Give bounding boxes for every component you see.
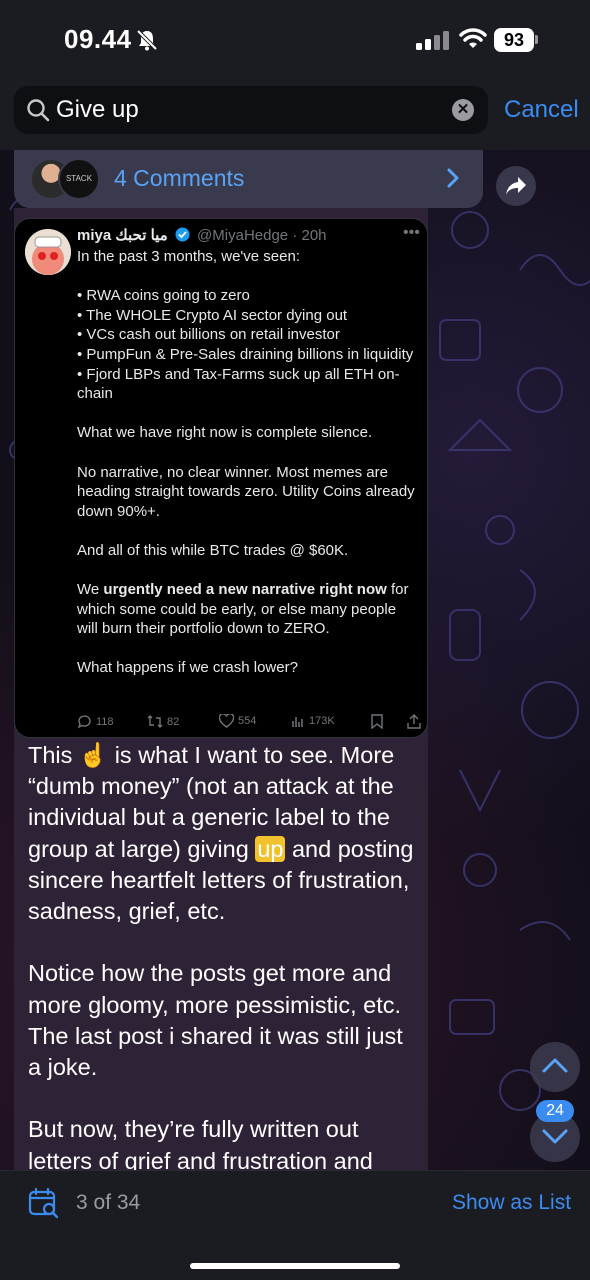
cellular-signal-icon bbox=[416, 31, 449, 50]
commenter-avatar: STACK bbox=[58, 158, 100, 200]
reply-count: 118 bbox=[96, 715, 114, 728]
tweet-embed[interactable]: miya ميا تحبك @MiyaHedge · 20h ••• In th… bbox=[14, 218, 428, 738]
tweet-line: And all of this while BTC trades @ $60K. bbox=[77, 541, 349, 559]
message-paragraph: But now, they’re fully written out lette… bbox=[28, 1116, 373, 1170]
search-box[interactable]: ✕ bbox=[14, 86, 488, 134]
clear-search-icon[interactable]: ✕ bbox=[452, 99, 474, 121]
tweet-text: We bbox=[77, 581, 104, 599]
share-arrow-icon bbox=[506, 177, 526, 195]
chevron-up-icon bbox=[542, 1058, 568, 1073]
comments-label: 4 Comments bbox=[114, 165, 245, 191]
chevron-right-icon bbox=[447, 168, 459, 188]
tweet-actions: 118 82 554 173K bbox=[77, 714, 423, 734]
search-header: ✕ Cancel bbox=[0, 80, 590, 150]
show-as-list-button[interactable]: Show as List bbox=[452, 1191, 571, 1215]
search-match-highlight: up bbox=[255, 835, 286, 862]
tweet-handle: @MiyaHedge bbox=[197, 227, 289, 244]
message-bubble: miya ميا تحبك @MiyaHedge · 20h ••• In th… bbox=[14, 208, 428, 1170]
views-count: 173K bbox=[309, 715, 335, 727]
bookmark-action[interactable] bbox=[371, 714, 383, 729]
tweet-line: No narrative, no clear winner. Most meme… bbox=[77, 463, 415, 520]
calendar-search-icon[interactable] bbox=[28, 1187, 60, 1219]
verified-badge-icon bbox=[175, 227, 190, 242]
tweet-line: • Fjord LBPs and Tax-Farms suck up all E… bbox=[77, 365, 400, 403]
tweet-line: • PumpFun & Pre-Sales draining billions … bbox=[77, 345, 414, 363]
tweet-author-avatar bbox=[25, 229, 71, 275]
forward-button[interactable] bbox=[496, 166, 536, 206]
reply-icon bbox=[77, 715, 91, 729]
tweet-line: What we have right now is complete silen… bbox=[77, 424, 373, 442]
views-icon bbox=[292, 717, 303, 727]
like-count: 554 bbox=[238, 715, 257, 727]
tweet-bold-text: urgently need a new narrative right now bbox=[103, 581, 387, 599]
like-action[interactable]: 554 bbox=[219, 714, 256, 728]
views-action[interactable]: 173K bbox=[291, 714, 335, 728]
tweet-line: What happens if we crash lower? bbox=[77, 659, 298, 677]
search-results-bar: 3 of 34 Show as List bbox=[0, 1170, 590, 1280]
heart-icon bbox=[219, 714, 234, 728]
chevron-down-icon bbox=[542, 1129, 568, 1144]
search-result-counter: 3 of 34 bbox=[76, 1191, 141, 1214]
battery-indicator: 93 bbox=[494, 28, 534, 52]
more-options-icon[interactable]: ••• bbox=[403, 224, 420, 242]
tweet-line: • VCs cash out billions on retail invest… bbox=[77, 326, 340, 344]
share-action[interactable] bbox=[407, 714, 421, 729]
home-indicator bbox=[190, 1263, 400, 1269]
message-paragraph: This ☝️ is what I want to see. More “dum… bbox=[28, 740, 420, 927]
tweet-header: miya ميا تحبك @MiyaHedge · 20h bbox=[77, 226, 327, 244]
tweet-author-arabic-name: ميا تحبك bbox=[115, 227, 168, 244]
battery-tip bbox=[535, 35, 538, 44]
search-icon bbox=[27, 99, 50, 122]
previous-result-button[interactable] bbox=[530, 1042, 580, 1092]
share-icon bbox=[407, 714, 421, 729]
bell-off-icon bbox=[136, 29, 158, 51]
tweet-line: • RWA coins going to zero bbox=[77, 287, 250, 305]
tweet-line: In the past 3 months, we've seen: bbox=[77, 248, 300, 265]
message-text: This ☝️ is what I want to see. More “dum… bbox=[28, 740, 420, 1170]
tweet-line: • The WHOLE Crypto AI sector dying out bbox=[77, 306, 348, 324]
message-paragraph: Notice how the posts get more and more g… bbox=[28, 960, 403, 1081]
reply-action[interactable]: 118 bbox=[77, 714, 114, 729]
wifi-icon bbox=[459, 28, 487, 48]
status-time: 09.44 bbox=[64, 24, 132, 54]
tweet-time: · 20h bbox=[292, 227, 327, 244]
retweet-action[interactable]: 82 bbox=[147, 714, 179, 729]
status-bar: 09.44 93 bbox=[0, 0, 590, 80]
cancel-button[interactable]: Cancel bbox=[504, 96, 579, 124]
tweet-author-name: miya bbox=[77, 227, 112, 244]
tweet-line: We urgently need a new narrative right n… bbox=[77, 580, 417, 639]
unread-count-badge: 24 bbox=[536, 1100, 574, 1122]
retweet-icon bbox=[147, 715, 163, 728]
retweet-count: 82 bbox=[167, 715, 180, 728]
comments-bar[interactable]: STACK 4 Comments bbox=[14, 150, 483, 208]
bookmark-icon bbox=[371, 714, 383, 729]
tweet-body: In the past 3 months, we've seen: • RWA … bbox=[77, 247, 417, 678]
search-input[interactable] bbox=[56, 92, 436, 128]
